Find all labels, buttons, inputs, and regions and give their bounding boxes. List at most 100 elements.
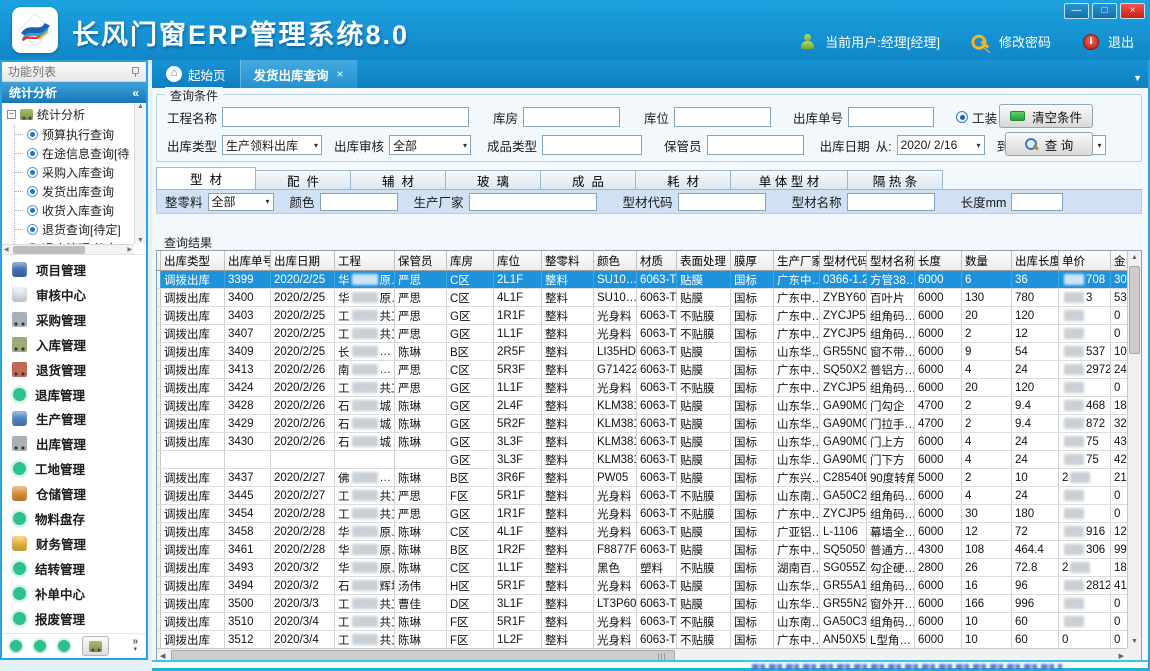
- tree-item[interactable]: 预算执行查询: [15, 125, 146, 144]
- date-from-picker[interactable]: 2020/ 2/16▾: [897, 135, 985, 155]
- table-row[interactable]: 调拨出库34942020/3/2石辉城汤伟H区5R1F整料光身料6063-T5贴…: [157, 577, 1127, 595]
- sidebar-item-仓储管理[interactable]: 仓储管理: [2, 484, 146, 503]
- out-type-select[interactable]: 生产领料出库▾: [222, 135, 322, 155]
- table-row[interactable]: 调拨出库34932020/3/2华原…陈琳C区1L1F整料黑色塑料不贴膜国标湖南…: [157, 559, 1127, 577]
- table-row[interactable]: G区3L3F整料KLM38176063-T5贴膜国标山东华…GA90M09.门下…: [157, 451, 1127, 469]
- column-header[interactable]: 出库单号: [225, 251, 271, 270]
- column-header[interactable]: 整零料: [542, 251, 594, 270]
- search-button[interactable]: 查 询: [1005, 132, 1093, 156]
- logout-link[interactable]: 退出: [1108, 32, 1134, 51]
- column-header[interactable]: 出库类型: [161, 251, 225, 270]
- table-row[interactable]: 调拨出库34092020/2/25长…陈琳B区2R5F整料LI35HD6063-…: [157, 343, 1127, 361]
- table-row[interactable]: 调拨出库34372020/2/27佛…陈琳B区3R6F整料PW056063-T5…: [157, 469, 1127, 487]
- table-row[interactable]: 调拨出库34542020/2/28工共工程严思G区1R1F整料光身料6063-T…: [157, 505, 1127, 523]
- grid-vertical-scrollbar[interactable]: [1127, 251, 1141, 648]
- sidebar-item-物料盘存[interactable]: 物料盘存: [2, 509, 146, 528]
- scrollbar-thumb[interactable]: [13, 246, 85, 254]
- column-header[interactable]: 型材代码: [820, 251, 867, 270]
- pin-icon[interactable]: [130, 66, 140, 78]
- table-row[interactable]: 调拨出库34002020/2/25华原…严思C区4L1F整料SU10…6063-…: [157, 289, 1127, 307]
- close-button[interactable]: ×: [1120, 3, 1145, 19]
- material-tab-8[interactable]: 隔 热 条: [847, 170, 943, 189]
- maximize-button[interactable]: □: [1092, 3, 1117, 19]
- table-row[interactable]: 调拨出库34282020/2/26石城陈琳G区2L4F整料KLM38176063…: [157, 397, 1127, 415]
- material-tab-6[interactable]: 耗 材: [635, 170, 731, 189]
- column-header[interactable]: 长度: [915, 251, 962, 270]
- sidebar-item-工地管理[interactable]: 工地管理: [2, 459, 146, 478]
- material-tab-3[interactable]: 辅 材: [350, 170, 446, 189]
- column-header[interactable]: 单价: [1059, 251, 1111, 270]
- overflow-chevron[interactable]: »: [132, 638, 138, 654]
- profile-code-input[interactable]: [678, 193, 766, 211]
- sidebar-item-入库管理[interactable]: 入库管理: [2, 335, 146, 354]
- column-header[interactable]: 出库日期: [271, 251, 335, 270]
- column-header[interactable]: 表面处理: [677, 251, 731, 270]
- material-tab-7[interactable]: 单 体 型 材: [730, 170, 848, 189]
- sidebar-item-财务管理[interactable]: 财务管理: [2, 534, 146, 553]
- column-header[interactable]: 数量: [962, 251, 1012, 270]
- tree-item[interactable]: 采购入库查询: [15, 163, 146, 182]
- tree-root[interactable]: 统计分析: [2, 103, 146, 125]
- table-row[interactable]: 调拨出库34452020/2/27工共工程严思F区5R1F整料光身料6063-T…: [157, 487, 1127, 505]
- tree-item[interactable]: 发货出库查询: [15, 182, 146, 201]
- column-header[interactable]: 金: [1111, 251, 1127, 270]
- order-no-input[interactable]: [848, 107, 934, 127]
- tree-horizontal-scrollbar[interactable]: [2, 244, 134, 254]
- length-input[interactable]: [1011, 193, 1063, 211]
- sidebar-item-退库管理[interactable]: 退库管理: [2, 385, 146, 404]
- project-name-input[interactable]: [222, 107, 469, 127]
- clear-conditions-button[interactable]: 清空条件: [999, 104, 1093, 128]
- sidebar-item-项目管理[interactable]: 项目管理: [2, 260, 146, 279]
- sidebar-item-结转管理[interactable]: 结转管理: [2, 559, 146, 578]
- tab-list-dropdown-icon[interactable]: ▼: [1133, 73, 1142, 83]
- material-tab-1[interactable]: 型 材: [156, 167, 256, 189]
- sidebar-item-审核中心[interactable]: 审核中心: [2, 285, 146, 304]
- table-row[interactable]: 调拨出库34582020/2/28华原…陈琳C区4L1F整料光身料6063-T5…: [157, 523, 1127, 541]
- table-row[interactable]: 调拨出库34032020/2/25工共工程严思G区1R1F整料光身料6063-T…: [157, 307, 1127, 325]
- table-row[interactable]: 调拨出库34132020/2/26南…严思C区5R3F整料G714226063-…: [157, 361, 1127, 379]
- collapse-icon[interactable]: «: [132, 86, 139, 100]
- table-row[interactable]: 调拨出库35122020/3/4工共工程陈琳F区1L2F整料光身料6063-T5…: [157, 631, 1127, 648]
- change-password-link[interactable]: 修改密码: [999, 32, 1051, 51]
- green-dot-icon[interactable]: [58, 640, 70, 652]
- sidebar-item-补单中心[interactable]: 补单中心: [2, 584, 146, 603]
- part-select[interactable]: 全部▾: [208, 193, 274, 211]
- column-header[interactable]: 型材名称: [867, 251, 915, 270]
- column-header[interactable]: 材质: [637, 251, 677, 270]
- location-input[interactable]: [674, 107, 771, 127]
- column-header[interactable]: 颜色: [594, 251, 637, 270]
- column-header[interactable]: 库房: [447, 251, 494, 270]
- sidebar-item-退货管理[interactable]: 退货管理: [2, 360, 146, 379]
- scrollbar-thumb[interactable]: [1129, 266, 1140, 354]
- material-tab-4[interactable]: 玻 璃: [445, 170, 541, 189]
- maker-input[interactable]: [469, 193, 597, 211]
- sidebar-item-出库管理[interactable]: 出库管理: [2, 434, 146, 453]
- sidebar-item-生产管理[interactable]: 生产管理: [2, 409, 146, 428]
- column-header[interactable]: 出库长度: [1012, 251, 1059, 270]
- sidebar-item-报废管理[interactable]: 报废管理: [2, 609, 146, 628]
- cart-footer-button[interactable]: [82, 636, 109, 656]
- column-header[interactable]: 膜厚: [731, 251, 774, 270]
- material-tab-2[interactable]: 配 件: [255, 170, 351, 189]
- green-dot-icon[interactable]: [34, 640, 46, 652]
- audit-select[interactable]: 全部▾: [389, 135, 471, 155]
- green-dot-icon[interactable]: [10, 640, 22, 652]
- table-row[interactable]: 调拨出库34242020/2/26工共工程严思G区1L1F整料光身料6063-T…: [157, 379, 1127, 397]
- warehouse-input[interactable]: [523, 107, 620, 127]
- tree-item[interactable]: 在途信息查询[待: [15, 144, 146, 163]
- color-input[interactable]: [320, 193, 398, 211]
- tab-home[interactable]: ⌂ 起始页: [152, 60, 240, 88]
- column-header[interactable]: 保管员: [395, 251, 447, 270]
- profile-name-input[interactable]: [847, 193, 935, 211]
- tree-item[interactable]: 收货入库查询: [15, 201, 146, 220]
- table-row[interactable]: 调拨出库34292020/2/26石城陈琳G区5R2F整料KLM38176063…: [157, 415, 1127, 433]
- table-row[interactable]: 调拨出库33992020/2/25华原…严思C区2L1F整料SU10…6063-…: [157, 271, 1127, 289]
- tree-collapse-icon[interactable]: [7, 110, 16, 119]
- tree-item[interactable]: 退货查询[待定]: [15, 220, 146, 239]
- sidebar-item-采购管理[interactable]: 采购管理: [2, 310, 146, 329]
- material-tab-5[interactable]: 成 品: [540, 170, 636, 189]
- product-type-input[interactable]: [542, 135, 642, 155]
- table-row[interactable]: 调拨出库35102020/3/4工共工程陈琳F区5R1F整料光身料6063-T5…: [157, 613, 1127, 631]
- column-header[interactable]: 生产厂家: [774, 251, 820, 270]
- table-row[interactable]: 调拨出库34072020/2/25工共工程严思G区1L1F整料光身料6063-T…: [157, 325, 1127, 343]
